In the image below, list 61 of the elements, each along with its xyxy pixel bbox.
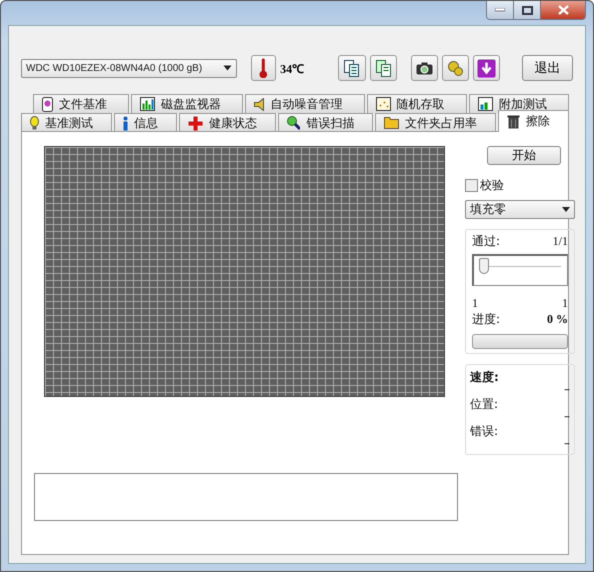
toolbar-button[interactable] xyxy=(370,55,397,81)
tab-icon xyxy=(384,117,400,129)
tab-icon xyxy=(507,114,520,128)
tab[interactable]: 随机存取 xyxy=(366,94,467,113)
temperature-reading: 34℃ xyxy=(280,60,306,76)
caret-icon xyxy=(562,207,570,212)
slider-thumb[interactable] xyxy=(479,258,489,274)
toolbar-button[interactable] xyxy=(473,55,500,81)
stat-value: – xyxy=(563,409,570,423)
tab[interactable]: 自动噪音管理 xyxy=(245,94,365,113)
verify-label: 校验 xyxy=(480,177,504,194)
verify-checkbox[interactable] xyxy=(465,179,478,192)
stat-label: 位置: xyxy=(470,396,498,413)
fill-method-dropdown[interactable]: 填充零 xyxy=(465,200,575,219)
tab[interactable]: 磁盘监视器 xyxy=(131,94,244,113)
tab-icon xyxy=(478,97,493,111)
maximize-button[interactable] xyxy=(514,1,541,19)
progress-value: 0 % xyxy=(547,312,568,327)
tab[interactable]: 信息 xyxy=(114,113,177,132)
stat-value: – xyxy=(563,382,570,396)
minimize-icon xyxy=(495,8,505,12)
tab-icon xyxy=(30,116,39,130)
tab-icon xyxy=(376,97,391,111)
passes-slider[interactable] xyxy=(472,254,568,286)
coins-icon xyxy=(448,60,464,76)
stat-value: – xyxy=(563,436,570,450)
passes-label: 通过: xyxy=(472,233,500,250)
stat-label: 速度: xyxy=(470,369,499,386)
drive-dropdown[interactable]: WDC WD10EZEX-08WN4A0 (1000 gB) xyxy=(21,58,237,78)
start-button[interactable]: 开始 xyxy=(487,146,561,165)
tab-icon xyxy=(122,116,128,130)
camera-icon xyxy=(416,62,433,74)
toolbar-button[interactable] xyxy=(442,55,470,81)
tab-icon xyxy=(42,96,53,112)
exit-button[interactable]: 退出 xyxy=(522,55,573,81)
tab[interactable]: 擦除 xyxy=(498,110,570,132)
toolbar-button[interactable] xyxy=(410,55,438,81)
tab[interactable]: 文件夹占用率 xyxy=(375,113,496,132)
close-icon xyxy=(558,5,568,15)
progress-label: 进度: xyxy=(472,311,500,328)
documents-icon xyxy=(376,60,391,76)
minimize-button[interactable] xyxy=(487,1,514,19)
close-button[interactable] xyxy=(541,1,585,19)
tab-icon xyxy=(254,98,264,110)
tab[interactable]: 健康状态 xyxy=(178,113,276,132)
stat-label: 错误: xyxy=(470,423,498,440)
tab-icon xyxy=(286,116,300,130)
tab-icon xyxy=(188,116,203,130)
maximize-icon xyxy=(522,6,532,14)
thermometer-icon xyxy=(259,58,268,78)
slider-max-label: 1 xyxy=(562,296,568,311)
thermometer-button[interactable] xyxy=(250,55,276,81)
toolbar-button[interactable] xyxy=(338,55,366,81)
tab-icon xyxy=(140,97,156,111)
slider-min-label: 1 xyxy=(472,296,478,311)
documents-icon xyxy=(344,60,360,76)
caret-icon xyxy=(222,65,232,71)
tab[interactable]: 文件基准 xyxy=(33,94,130,113)
passes-value: 1/1 xyxy=(552,234,568,249)
tab[interactable]: 错误扫描 xyxy=(278,113,374,132)
tab[interactable]: 基准测试 xyxy=(21,113,112,132)
